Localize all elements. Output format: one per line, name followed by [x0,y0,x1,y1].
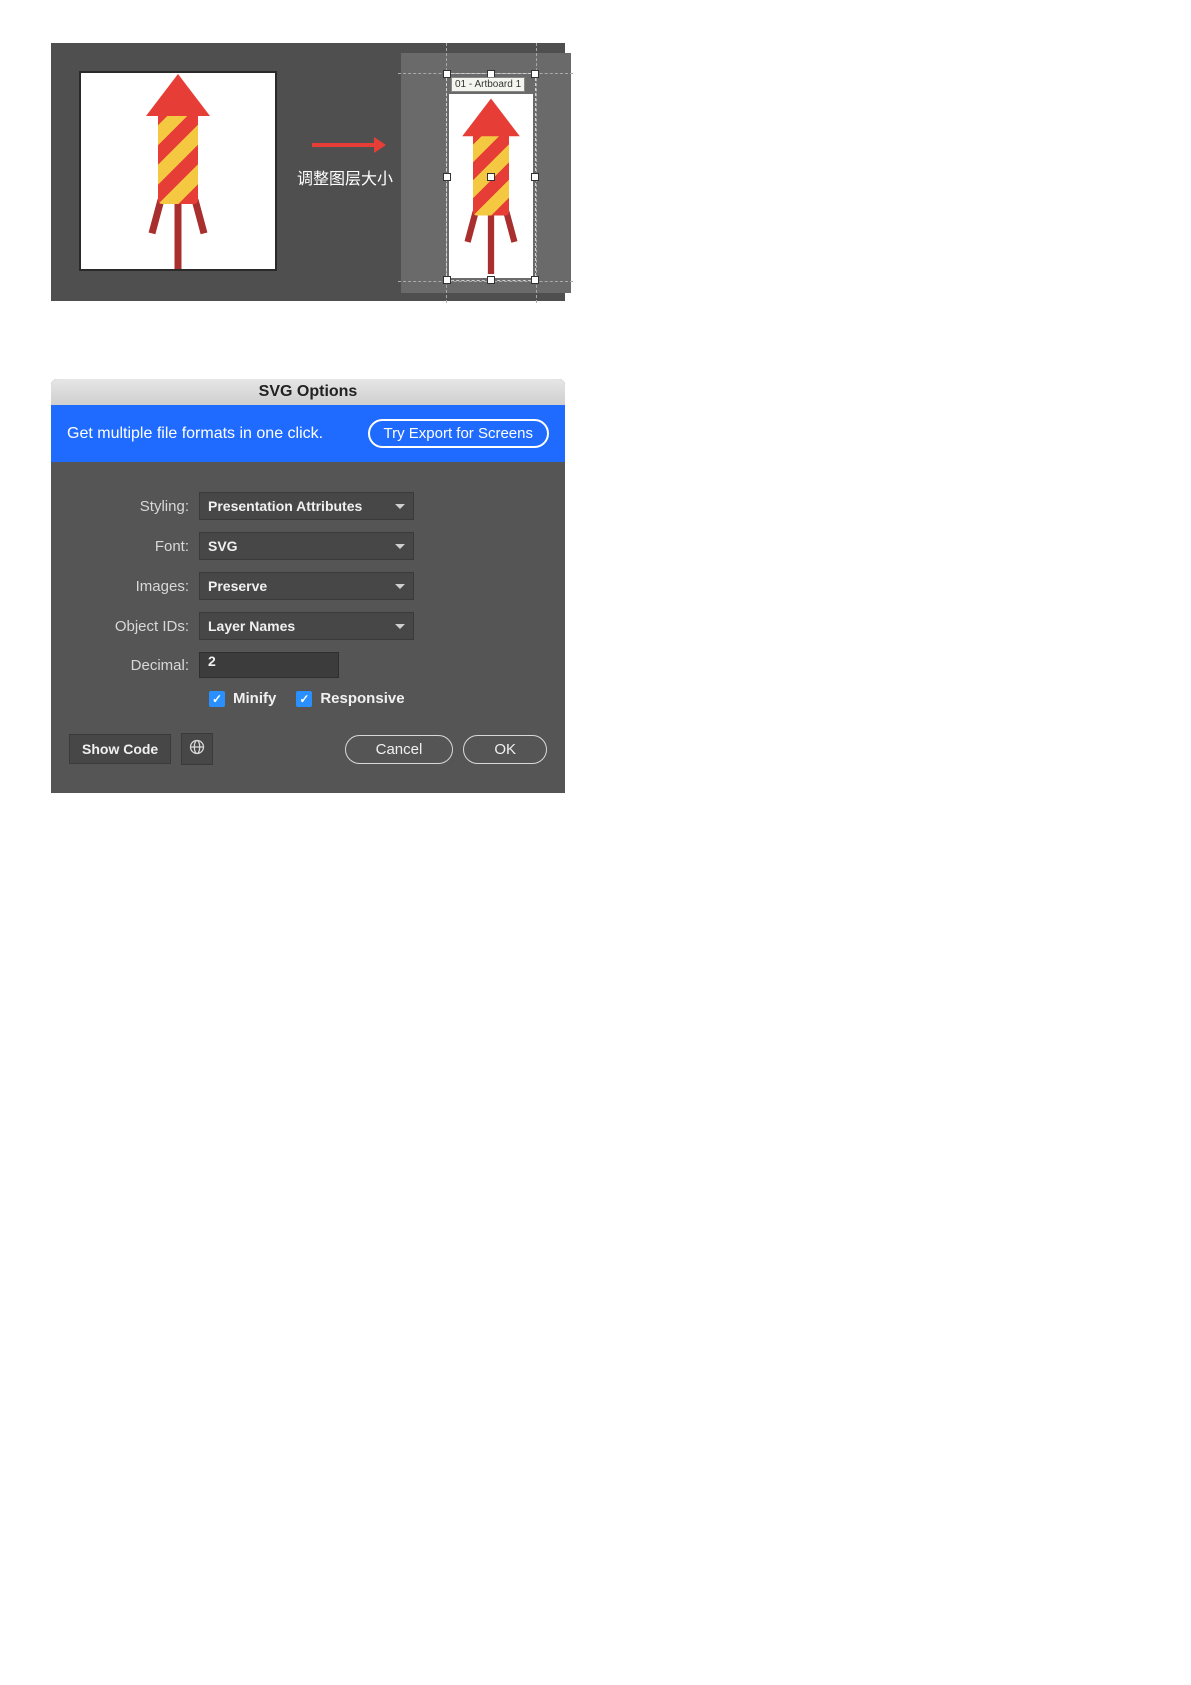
show-code-button[interactable]: Show Code [69,734,171,764]
decimal-label: Decimal: [69,657,199,674]
font-label: Font: [69,538,199,555]
chevron-down-icon [395,584,405,589]
resize-arrow: 调整图层大小 [297,143,393,189]
cancel-button[interactable]: Cancel [345,735,454,764]
artboard-label: 01 - Artboard 1 [451,77,525,92]
canvas-after: 01 - Artboard 1 [401,53,571,293]
arrow-right-icon [312,143,378,147]
selection-handle[interactable] [443,276,451,284]
object-ids-label: Object IDs: [69,618,199,635]
images-select[interactable]: Preserve [199,572,414,600]
selection-handle[interactable] [531,70,539,78]
selection-bounds[interactable] [446,73,536,281]
svg-options-dialog: SVG Options Get multiple file formats in… [51,379,565,793]
arrow-label: 调整图层大小 [297,165,393,189]
selection-handle[interactable] [443,173,451,181]
canvas-before [79,71,277,271]
styling-select[interactable]: Presentation Attributes [199,492,414,520]
minify-label: Minify [233,690,276,707]
illustration-panel: 调整图层大小 01 [51,43,565,301]
minify-checkbox[interactable] [209,691,225,707]
styling-label: Styling: [69,498,199,515]
images-label: Images: [69,578,199,595]
font-select[interactable]: SVG [199,532,414,560]
ok-button[interactable]: OK [463,735,547,764]
responsive-label: Responsive [320,690,404,707]
selection-handle[interactable] [443,70,451,78]
selection-handle[interactable] [487,276,495,284]
decimal-input[interactable]: 2 [199,652,339,678]
promo-banner: Get multiple file formats in one click. … [51,405,565,462]
object-ids-select[interactable]: Layer Names [199,612,414,640]
dialog-title: SVG Options [51,379,565,405]
banner-text: Get multiple file formats in one click. [67,425,323,443]
globe-icon [189,739,205,760]
selection-handle[interactable] [487,173,495,181]
chevron-down-icon [395,544,405,549]
preview-in-browser-button[interactable] [181,733,213,765]
chevron-down-icon [395,504,405,509]
chevron-down-icon [395,624,405,629]
try-export-for-screens-button[interactable]: Try Export for Screens [368,419,550,448]
selection-handle[interactable] [531,173,539,181]
rocket-icon [455,94,527,274]
responsive-checkbox[interactable] [296,691,312,707]
selection-handle[interactable] [531,276,539,284]
rocket-icon [138,71,218,269]
